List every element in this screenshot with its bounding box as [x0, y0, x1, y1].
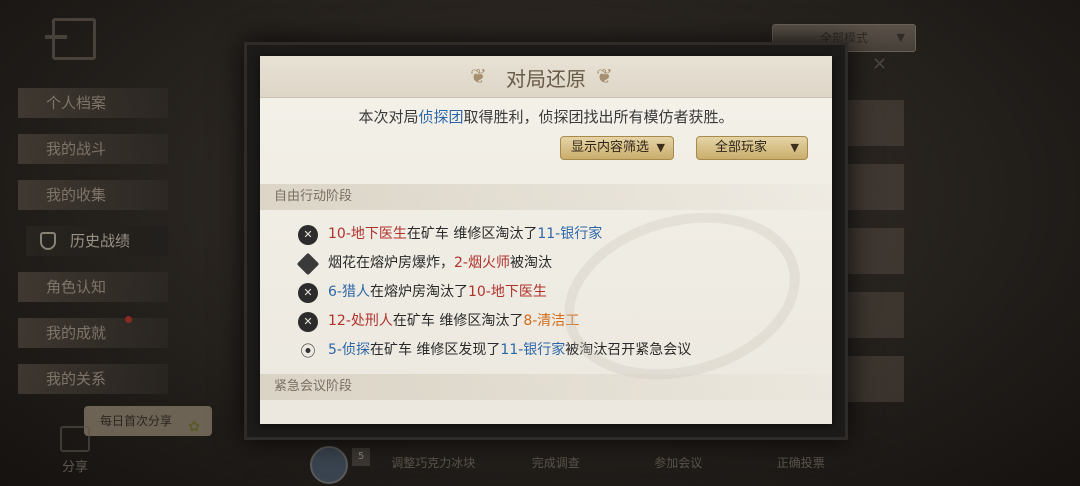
modal-title-bar: ❦ 对局还原 ❦	[260, 56, 832, 98]
exit-icon[interactable]	[45, 18, 96, 60]
chevron-down-icon: ▼	[896, 31, 905, 44]
event-list: ✕ 10-地下医生在矿车 维修区淘汰了11-银行家 烟花在熔炉房爆炸，2-烟火师被淘…	[296, 220, 798, 365]
bottom-bar: 5 调整巧克力冰块 完成调查 参加会议 正确投票	[300, 446, 860, 486]
shield-icon	[40, 232, 56, 250]
event-text: 在矿车 维修区淘汰了	[406, 226, 538, 242]
sidebar-item-label: 我的战斗	[46, 140, 107, 158]
sidebar-item-label: 我的成就	[46, 324, 107, 342]
summary-prefix: 本次对局	[358, 108, 419, 126]
sidebar-item-history[interactable]: 历史战绩	[26, 226, 168, 256]
match-replay-modal: ❦ 对局还原 ❦ 本次对局侦探团取得胜利，侦探团找出所有模仿者获胜。 显示内容筛…	[260, 56, 832, 424]
count-badge: 5	[352, 448, 370, 466]
sidebar-item-achievements[interactable]: 我的成就	[18, 316, 168, 348]
avatar	[310, 446, 348, 484]
event-row: 烟花在熔炉房爆炸，2-烟火师被淘汰	[296, 249, 798, 278]
event-row: ✕ 10-地下医生在矿车 维修区淘汰了11-银行家	[298, 220, 798, 249]
player-name: 11-银行家	[500, 342, 566, 358]
summary-team: 侦探团	[418, 108, 464, 126]
chevron-down-icon: ▼	[790, 141, 799, 154]
daily-share-tag[interactable]: 每日首次分享 ✿	[84, 406, 212, 436]
sidebar-item-label: 我的收集	[46, 186, 107, 204]
sidebar-item-battles[interactable]: 我的战斗	[18, 134, 168, 164]
sidebar-item-label: 角色认知	[46, 278, 107, 296]
event-row: ✕ 6-猎人在熔炉房淘汰了10-地下医生	[298, 278, 798, 307]
event-row: ⦿ 5-侦探在矿车 维修区发现了11-银行家被淘汰召开紧急会议	[298, 336, 798, 365]
content-filter-label: 显示内容筛选	[571, 140, 650, 155]
share-icon[interactable]	[60, 426, 90, 452]
event-text: 在矿车 维修区淘汰了	[392, 313, 524, 329]
side-menu: 个人档案 我的战斗 我的收集 历史战绩 角色认知 我的成就 我的关系	[18, 88, 168, 410]
task-item: 参加会议	[654, 456, 703, 470]
event-text: 被淘汰	[509, 255, 552, 271]
player-name: 12-处刑人	[328, 313, 393, 329]
signal-icon: ⦿	[300, 342, 316, 360]
event-text: 在熔炉房淘汰了	[369, 284, 468, 300]
firework-icon	[296, 252, 320, 276]
phase-header: 自由行动阶段	[260, 184, 832, 210]
player-name: 5-侦探	[328, 342, 370, 358]
sidebar-item-label: 我的关系	[46, 370, 107, 388]
sidebar-item-profile[interactable]: 个人档案	[18, 88, 168, 118]
close-icon[interactable]: ✕	[872, 54, 887, 75]
task-item: 调整巧克力冰块	[391, 456, 476, 470]
daily-share-label: 每日首次分享	[100, 414, 173, 428]
task-item: 完成调查	[531, 456, 580, 470]
wheat-icon: ❦	[596, 64, 613, 88]
share-label: 分享	[62, 460, 89, 475]
match-summary: 本次对局侦探团取得胜利，侦探团找出所有模仿者获胜。	[260, 106, 832, 127]
content-filter-dropdown[interactable]: 显示内容筛选 ▼	[560, 136, 674, 160]
event-text: 烟花在熔炉房爆炸，	[328, 255, 454, 271]
phase-header[interactable]: 紧急会议阶段	[260, 374, 832, 400]
sidebar-item-label: 个人档案	[46, 94, 107, 112]
event-text: 被淘汰召开紧急会议	[565, 342, 692, 358]
skull-icon: ✕	[298, 283, 318, 303]
skull-icon: ✕	[298, 225, 318, 245]
player-filter-label: 全部玩家	[715, 140, 768, 155]
notification-dot	[125, 316, 132, 323]
player-name: 10-地下医生	[328, 226, 407, 242]
task-item: 正确投票	[776, 456, 825, 470]
event-text: 在矿车 维修区发现了	[369, 342, 501, 358]
sidebar-item-relations[interactable]: 我的关系	[18, 364, 168, 394]
player-name: 6-猎人	[328, 284, 370, 300]
sidebar-item-label: 历史战绩	[70, 232, 131, 250]
skull-icon: ✕	[298, 312, 318, 332]
chevron-down-icon: ▼	[656, 141, 665, 154]
player-filter-dropdown[interactable]: 全部玩家 ▼	[696, 136, 808, 160]
event-row: ✕ 12-处刑人在矿车 维修区淘汰了8-清洁工	[298, 307, 798, 336]
sidebar-item-role-knowledge[interactable]: 角色认知	[18, 272, 168, 302]
player-name: 8-清洁工	[523, 313, 580, 329]
player-name: 2-烟火师	[454, 255, 510, 271]
sidebar-item-collection[interactable]: 我的收集	[18, 180, 168, 210]
leaf-icon: ✿	[188, 419, 200, 435]
modal-title: 对局还原	[506, 67, 586, 91]
summary-suffix: 取得胜利，侦探团找出所有模仿者获胜。	[463, 108, 734, 126]
player-name: 10-地下医生	[467, 284, 547, 300]
player-name: 11-银行家	[537, 226, 603, 242]
